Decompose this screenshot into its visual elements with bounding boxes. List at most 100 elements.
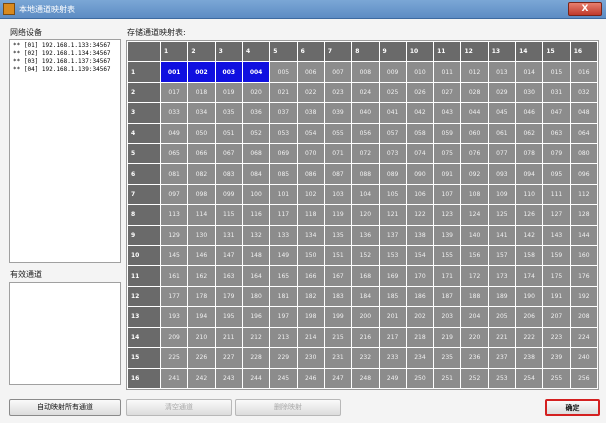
channel-cell[interactable]: 019 bbox=[214, 81, 243, 104]
channel-cell[interactable]: 104 bbox=[351, 183, 380, 206]
channel-cell[interactable]: 038 bbox=[296, 102, 325, 124]
channel-cell[interactable]: 173 bbox=[487, 265, 517, 287]
channel-cell[interactable]: 064 bbox=[569, 122, 599, 145]
channel-cell[interactable]: 125 bbox=[487, 204, 517, 226]
channel-cell[interactable]: 091 bbox=[433, 163, 462, 185]
channel-cell[interactable]: 219 bbox=[433, 326, 462, 349]
channel-cell[interactable]: 209 bbox=[159, 326, 189, 349]
channel-cell[interactable]: 062 bbox=[515, 122, 544, 145]
channel-cell[interactable]: 063 bbox=[542, 122, 571, 145]
channel-cell[interactable]: 229 bbox=[269, 347, 298, 369]
channel-cell[interactable]: 084 bbox=[241, 163, 271, 185]
channel-cell[interactable]: 247 bbox=[323, 367, 353, 389]
channel-cell[interactable]: 167 bbox=[323, 265, 353, 287]
channel-cell[interactable]: 048 bbox=[569, 102, 599, 124]
channel-cell[interactable]: 234 bbox=[405, 347, 435, 369]
channel-cell[interactable]: 034 bbox=[187, 102, 216, 124]
channel-cell[interactable]: 022 bbox=[296, 81, 325, 104]
channel-cell[interactable]: 235 bbox=[433, 347, 462, 369]
channel-cell[interactable]: 035 bbox=[214, 102, 243, 124]
channel-cell[interactable]: 152 bbox=[351, 245, 380, 267]
channel-cell[interactable]: 020 bbox=[241, 81, 271, 104]
channel-cell[interactable]: 025 bbox=[378, 81, 407, 104]
channel-cell[interactable]: 249 bbox=[378, 367, 407, 389]
channel-cell[interactable]: 074 bbox=[405, 143, 435, 165]
channel-cell[interactable]: 213 bbox=[269, 326, 298, 349]
channel-cell[interactable]: 131 bbox=[214, 224, 243, 247]
channel-cell[interactable]: 227 bbox=[214, 347, 243, 369]
channel-cell[interactable]: 118 bbox=[296, 204, 325, 226]
channel-cell[interactable]: 162 bbox=[187, 265, 216, 287]
channel-cell[interactable]: 108 bbox=[460, 183, 489, 206]
channel-cell[interactable]: 007 bbox=[323, 61, 353, 83]
channel-cell[interactable]: 076 bbox=[460, 143, 489, 165]
channel-cell[interactable]: 253 bbox=[487, 367, 517, 389]
channel-cell[interactable]: 212 bbox=[241, 326, 271, 349]
channel-cell[interactable]: 037 bbox=[269, 102, 298, 124]
channel-cell[interactable]: 092 bbox=[460, 163, 489, 185]
channel-cell[interactable]: 252 bbox=[460, 367, 489, 389]
channel-cell[interactable]: 012 bbox=[460, 61, 489, 83]
channel-cell[interactable]: 240 bbox=[569, 347, 599, 369]
channel-cell[interactable]: 086 bbox=[296, 163, 325, 185]
channel-cell[interactable]: 089 bbox=[378, 163, 407, 185]
channel-cell[interactable]: 236 bbox=[460, 347, 489, 369]
channel-cell[interactable]: 166 bbox=[296, 265, 325, 287]
channel-cell[interactable]: 224 bbox=[569, 326, 599, 349]
channel-cell[interactable]: 146 bbox=[187, 245, 216, 267]
channel-cell[interactable]: 245 bbox=[269, 367, 298, 389]
channel-cell[interactable]: 081 bbox=[159, 163, 189, 185]
channel-cell[interactable]: 158 bbox=[515, 245, 544, 267]
channel-cell[interactable]: 083 bbox=[214, 163, 243, 185]
channel-cell[interactable]: 105 bbox=[378, 183, 407, 206]
channel-cell[interactable]: 216 bbox=[351, 326, 380, 349]
channel-cell[interactable]: 198 bbox=[296, 306, 325, 328]
channel-cell[interactable]: 078 bbox=[515, 143, 544, 165]
channel-cell[interactable]: 231 bbox=[323, 347, 353, 369]
channel-cell[interactable]: 106 bbox=[405, 183, 435, 206]
channel-cell[interactable]: 099 bbox=[214, 183, 243, 206]
channel-cell[interactable]: 201 bbox=[378, 306, 407, 328]
channel-cell[interactable]: 195 bbox=[214, 306, 243, 328]
channel-cell[interactable]: 008 bbox=[351, 61, 380, 83]
channel-cell[interactable]: 144 bbox=[569, 224, 599, 247]
channel-cell[interactable]: 190 bbox=[515, 285, 544, 308]
channel-cell[interactable]: 015 bbox=[542, 61, 571, 83]
channel-cell[interactable]: 112 bbox=[569, 183, 599, 206]
channel-cell[interactable]: 168 bbox=[351, 265, 380, 287]
channel-cell[interactable]: 217 bbox=[378, 326, 407, 349]
channel-cell[interactable]: 032 bbox=[569, 81, 599, 104]
channel-cell[interactable]: 238 bbox=[515, 347, 544, 369]
channel-cell[interactable]: 147 bbox=[214, 245, 243, 267]
channel-cell[interactable]: 139 bbox=[433, 224, 462, 247]
channel-cell[interactable]: 141 bbox=[487, 224, 517, 247]
channel-cell[interactable]: 220 bbox=[460, 326, 489, 349]
channel-cell[interactable]: 088 bbox=[351, 163, 380, 185]
channel-cell[interactable]: 087 bbox=[323, 163, 353, 185]
channel-cell[interactable]: 154 bbox=[405, 245, 435, 267]
channel-cell[interactable]: 255 bbox=[542, 367, 571, 389]
channel-cell[interactable]: 120 bbox=[351, 204, 380, 226]
channel-cell[interactable]: 200 bbox=[351, 306, 380, 328]
channel-cell[interactable]: 172 bbox=[460, 265, 489, 287]
channel-cell[interactable]: 222 bbox=[515, 326, 544, 349]
channel-cell[interactable]: 077 bbox=[487, 143, 517, 165]
channel-cell[interactable]: 030 bbox=[515, 81, 544, 104]
channel-cell[interactable]: 080 bbox=[569, 143, 599, 165]
channel-cell[interactable]: 149 bbox=[269, 245, 298, 267]
channel-cell[interactable]: 163 bbox=[214, 265, 243, 287]
channel-cell[interactable]: 187 bbox=[433, 285, 462, 308]
channel-cell[interactable]: 177 bbox=[159, 285, 189, 308]
channel-cell[interactable]: 150 bbox=[296, 245, 325, 267]
channel-cell[interactable]: 126 bbox=[515, 204, 544, 226]
channel-cell[interactable]: 079 bbox=[542, 143, 571, 165]
channel-cell[interactable]: 203 bbox=[433, 306, 462, 328]
channel-cell[interactable]: 196 bbox=[241, 306, 271, 328]
channel-cell[interactable]: 001 bbox=[159, 61, 189, 83]
channel-cell[interactable]: 102 bbox=[296, 183, 325, 206]
channel-cell[interactable]: 023 bbox=[323, 81, 353, 104]
channel-cell[interactable]: 176 bbox=[569, 265, 599, 287]
channel-cell[interactable]: 017 bbox=[159, 81, 189, 104]
channel-cell[interactable]: 057 bbox=[378, 122, 407, 145]
channel-cell[interactable]: 169 bbox=[378, 265, 407, 287]
